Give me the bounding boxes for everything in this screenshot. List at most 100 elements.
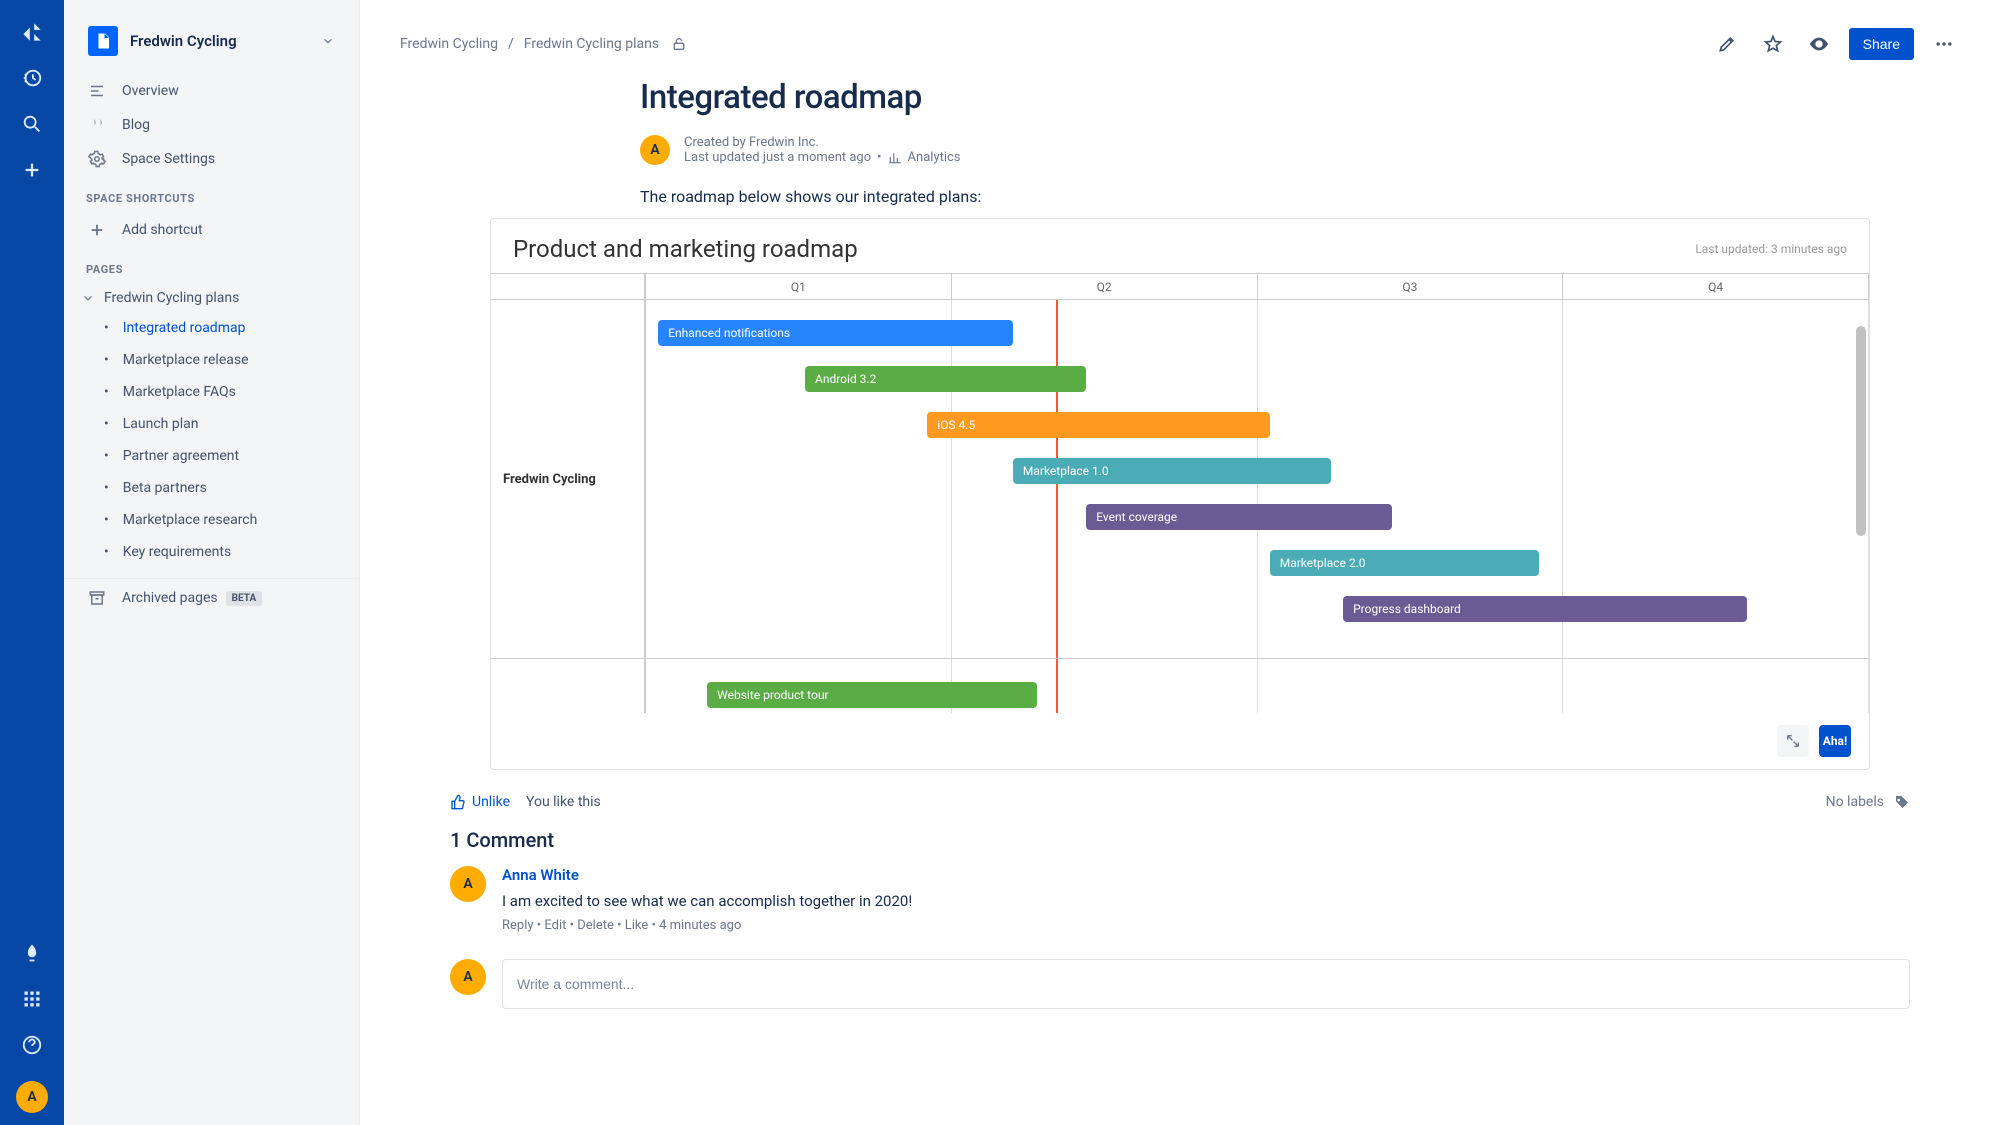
- logo-icon[interactable]: [12, 12, 52, 52]
- blog-icon: [86, 116, 108, 134]
- quickstart-icon[interactable]: [12, 933, 52, 973]
- nav-label: Blog: [122, 117, 150, 133]
- page-actions: Share: [1711, 28, 1960, 60]
- archive-icon: [86, 589, 108, 607]
- search-icon[interactable]: [12, 104, 52, 144]
- comments-section: 1 Comment A Anna White I am excited to s…: [410, 828, 1950, 1009]
- page-title: Integrated roadmap: [640, 78, 1720, 117]
- nav-overview[interactable]: Overview: [64, 74, 359, 108]
- page-tree-item[interactable]: Marketplace release: [64, 344, 359, 376]
- create-icon[interactable]: [12, 150, 52, 190]
- shortcuts-heading: SPACE SHORTCUTS: [64, 176, 359, 213]
- comment-action[interactable]: Like: [625, 918, 649, 933]
- space-selector[interactable]: Fredwin Cycling: [72, 16, 351, 66]
- breadcrumb: Fredwin Cycling / Fredwin Cycling plans: [400, 36, 1711, 52]
- add-shortcut[interactable]: Add shortcut: [64, 213, 359, 247]
- apps-icon[interactable]: [12, 979, 52, 1019]
- labels-area: No labels: [1826, 794, 1910, 810]
- nav-blog[interactable]: Blog: [64, 108, 359, 142]
- today-line: [1056, 300, 1058, 713]
- share-button[interactable]: Share: [1849, 28, 1914, 60]
- expand-icon[interactable]: [1777, 725, 1809, 757]
- gear-icon: [86, 150, 108, 168]
- space-logo-icon: [88, 26, 118, 56]
- aha-badge[interactable]: Aha!: [1819, 725, 1851, 757]
- roadmap-card: Product and marketing roadmap Last updat…: [490, 218, 1870, 770]
- global-nav-rail: A: [0, 0, 64, 1125]
- comment-input[interactable]: [502, 959, 1910, 1009]
- roadmap-title: Product and marketing roadmap: [513, 235, 858, 263]
- overview-icon: [86, 82, 108, 100]
- roadmap-scrollbar[interactable]: [1856, 326, 1866, 536]
- beta-badge: BETA: [226, 591, 263, 606]
- space-sidebar: Fredwin Cycling Overview Blog Space Sett…: [64, 0, 360, 1125]
- roadmap-row-label: Fredwin Cycling: [491, 300, 644, 659]
- chevron-down-icon: [78, 291, 98, 305]
- roadmap-bar[interactable]: iOS 4.5: [927, 412, 1269, 438]
- nav-label: Overview: [122, 83, 179, 99]
- profile-avatar[interactable]: A: [16, 1081, 48, 1113]
- crumb-parent[interactable]: Fredwin Cycling: [400, 36, 498, 52]
- reactions-row: Unlike You like this No labels: [410, 794, 1950, 810]
- edit-icon[interactable]: [1711, 28, 1743, 60]
- star-icon[interactable]: [1757, 28, 1789, 60]
- roadmap-bar[interactable]: Android 3.2: [805, 366, 1086, 392]
- crumb-current[interactable]: Fredwin Cycling plans: [524, 36, 659, 52]
- archived-pages[interactable]: Archived pages BETA: [64, 578, 359, 617]
- last-updated: Last updated just a moment ago: [684, 150, 871, 165]
- comment-author[interactable]: Anna White: [502, 866, 1910, 884]
- like-status: You like this: [526, 794, 601, 810]
- comment-item: A Anna White I am excited to see what we…: [450, 866, 1910, 933]
- recent-icon[interactable]: [12, 58, 52, 98]
- roadmap-bar[interactable]: Website product tour: [707, 682, 1037, 708]
- comment-actions: Reply • Edit • Delete • Like • 4 minutes…: [502, 918, 1910, 933]
- comments-heading: 1 Comment: [450, 828, 1910, 852]
- add-shortcut-label: Add shortcut: [122, 222, 203, 238]
- comment-body: I am excited to see what we can accompli…: [502, 892, 1910, 910]
- crumb-separator: /: [508, 36, 514, 52]
- watch-icon[interactable]: [1803, 28, 1835, 60]
- roadmap-bar[interactable]: Progress dashboard: [1343, 596, 1747, 622]
- roadmap-bar[interactable]: Enhanced notifications: [658, 320, 1013, 346]
- created-by: Created by Fredwin Inc.: [684, 135, 961, 150]
- page-tree-item[interactable]: Marketplace FAQs: [64, 376, 359, 408]
- archived-label: Archived pages: [122, 590, 218, 606]
- main-content: Fredwin Cycling / Fredwin Cycling plans …: [360, 0, 2000, 1125]
- restrictions-icon[interactable]: [671, 36, 687, 52]
- tree-root[interactable]: Fredwin Cycling plans: [64, 284, 359, 312]
- space-name: Fredwin Cycling: [130, 32, 321, 50]
- quarter-header: Q1: [646, 274, 952, 299]
- chevron-down-icon: [321, 34, 335, 48]
- roadmap-bar[interactable]: Event coverage: [1086, 504, 1392, 530]
- page-tree-item[interactable]: Launch plan: [64, 408, 359, 440]
- page-tree-item[interactable]: Key requirements: [64, 536, 359, 568]
- intro-text: The roadmap below shows our integrated p…: [640, 187, 1720, 206]
- label-icon[interactable]: [1894, 794, 1910, 810]
- page-tree-item[interactable]: Partner agreement: [64, 440, 359, 472]
- page-tree-item[interactable]: Beta partners: [64, 472, 359, 504]
- unlike-button[interactable]: Unlike: [450, 794, 510, 810]
- plus-icon: [86, 221, 108, 239]
- comment-action[interactable]: Reply: [502, 918, 534, 933]
- comment-avatar[interactable]: A: [450, 866, 486, 902]
- nav-label: Space Settings: [122, 151, 215, 167]
- comment-action[interactable]: Delete: [577, 918, 614, 933]
- quarter-header: Q2: [952, 274, 1258, 299]
- page-tree-item[interactable]: Marketplace research: [64, 504, 359, 536]
- comment-compose: A: [450, 959, 1910, 1009]
- help-icon[interactable]: [12, 1025, 52, 1065]
- comment-time: 4 minutes ago: [659, 918, 741, 933]
- more-icon[interactable]: [1928, 28, 1960, 60]
- comment-action[interactable]: Edit: [544, 918, 566, 933]
- roadmap-bar[interactable]: Marketplace 1.0: [1013, 458, 1331, 484]
- nav-settings[interactable]: Space Settings: [64, 142, 359, 176]
- dot-sep: •: [877, 150, 881, 165]
- roadmap-bar[interactable]: Marketplace 2.0: [1270, 550, 1539, 576]
- page-tree-item[interactable]: Integrated roadmap: [64, 312, 359, 344]
- tree-root-label: Fredwin Cycling plans: [104, 290, 239, 306]
- roadmap-updated: Last updated: 3 minutes ago: [1695, 242, 1847, 256]
- analytics-link[interactable]: Analytics: [888, 150, 961, 165]
- byline: A Created by Fredwin Inc. Last updated j…: [640, 135, 1720, 165]
- author-avatar[interactable]: A: [640, 135, 670, 165]
- quarter-header: Q3: [1258, 274, 1564, 299]
